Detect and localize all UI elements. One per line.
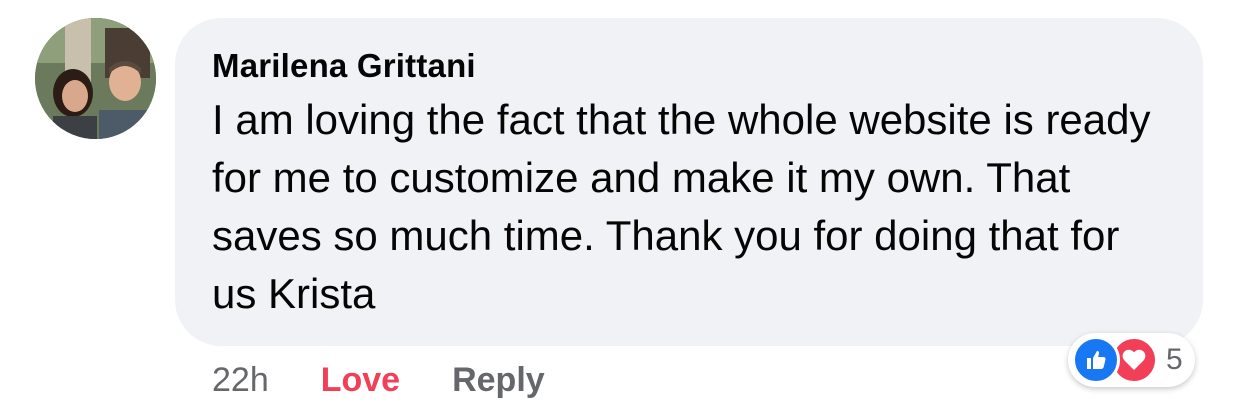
like-icon xyxy=(1072,336,1120,384)
love-button[interactable]: Love xyxy=(321,361,400,400)
reply-button[interactable]: Reply xyxy=(452,361,545,400)
comment-timestamp[interactable]: 22h xyxy=(212,361,269,400)
profile-photo xyxy=(35,18,156,139)
avatar[interactable] xyxy=(35,18,156,139)
comment-author[interactable]: Marilena Grittani xyxy=(212,46,1167,86)
comment-bubble: Marilena Grittani I am loving the fact t… xyxy=(175,18,1203,346)
comment-actions: 22h Love Reply xyxy=(212,356,545,404)
reaction-count: 5 xyxy=(1166,343,1183,376)
comment-text: I am loving the fact that the whole webs… xyxy=(212,96,1151,317)
reaction-summary[interactable]: 5 xyxy=(1068,333,1195,387)
